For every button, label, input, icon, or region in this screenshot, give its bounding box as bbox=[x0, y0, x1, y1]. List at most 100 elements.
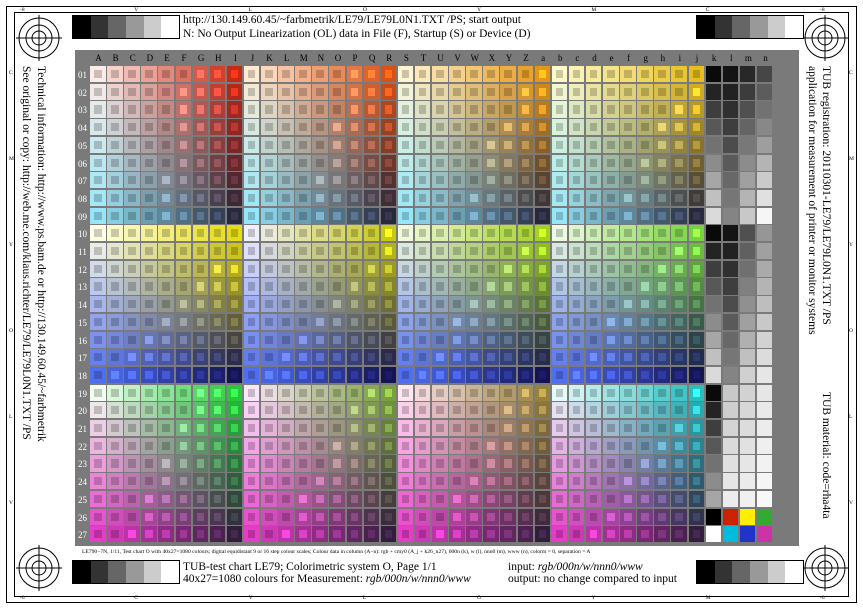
color-patch-center bbox=[128, 459, 136, 468]
color-patch-center bbox=[196, 229, 205, 238]
color-patch bbox=[671, 189, 687, 207]
color-patch-center bbox=[384, 123, 393, 132]
color-patch-center bbox=[145, 140, 153, 149]
color-patch-center bbox=[282, 193, 290, 203]
color-patch-center bbox=[94, 105, 102, 114]
color-patch bbox=[756, 189, 773, 207]
color-patch-center bbox=[572, 264, 581, 273]
color-patch-center bbox=[436, 477, 444, 486]
color-patch-center bbox=[333, 87, 341, 96]
color-patch bbox=[620, 296, 636, 313]
color-patch bbox=[483, 508, 499, 525]
color-patch bbox=[722, 225, 739, 242]
color-patch-center bbox=[316, 105, 324, 114]
color-patch-center bbox=[658, 441, 666, 450]
color-patch bbox=[739, 296, 756, 313]
color-patch-center bbox=[333, 512, 341, 521]
color-patch-center bbox=[350, 176, 359, 185]
color-patch-center bbox=[692, 229, 701, 238]
color-patch-center bbox=[607, 441, 615, 450]
color-patch bbox=[568, 508, 585, 525]
color-patch bbox=[175, 313, 192, 330]
column-label: Z bbox=[523, 53, 529, 63]
color-patch-center bbox=[128, 353, 136, 362]
color-patch bbox=[414, 420, 431, 437]
color-patch-center bbox=[641, 193, 649, 203]
color-patch-center bbox=[333, 477, 341, 486]
color-patch bbox=[603, 172, 619, 189]
color-patch-center bbox=[675, 140, 683, 149]
color-patch-center bbox=[624, 370, 632, 380]
color-patch-center bbox=[504, 512, 512, 521]
color-patch bbox=[141, 313, 157, 330]
color-patch-center bbox=[641, 247, 649, 256]
color-patch-center bbox=[487, 353, 495, 362]
color-patch bbox=[568, 402, 585, 419]
color-patch bbox=[756, 313, 773, 330]
color-patch-center bbox=[487, 530, 495, 539]
color-patch bbox=[585, 331, 602, 348]
color-patch-center bbox=[247, 370, 256, 380]
color-patch-center bbox=[333, 211, 341, 220]
color-patch-center bbox=[538, 193, 547, 203]
color-patch-center bbox=[367, 406, 376, 415]
color-patch-center bbox=[384, 70, 393, 79]
color-patch-center bbox=[436, 441, 444, 450]
color-patch-center bbox=[333, 335, 341, 344]
color-patch bbox=[688, 455, 705, 472]
column-label: D bbox=[146, 53, 154, 63]
color-patch bbox=[295, 243, 311, 260]
color-patch bbox=[192, 455, 209, 472]
color-patch-center bbox=[453, 264, 461, 273]
color-patch-center bbox=[213, 158, 222, 167]
color-patch-center bbox=[607, 353, 615, 362]
color-patch-center bbox=[213, 317, 222, 326]
color-patch bbox=[534, 189, 551, 207]
color-patch bbox=[705, 349, 722, 366]
color-patch bbox=[449, 207, 465, 224]
color-patch-center bbox=[641, 282, 649, 291]
color-patch-center bbox=[555, 264, 564, 273]
color-patch bbox=[312, 278, 328, 295]
color-patch bbox=[107, 101, 123, 118]
color-patch bbox=[603, 420, 619, 437]
color-patch-center bbox=[658, 512, 666, 521]
color-patch bbox=[722, 101, 739, 118]
color-patch bbox=[209, 207, 226, 224]
margin-letter-bottom-2: V bbox=[248, 595, 253, 601]
footer-left-line-1: TUB-test chart LE79; Colorimetric system… bbox=[183, 561, 437, 573]
color-patch bbox=[568, 172, 585, 189]
color-patch bbox=[363, 402, 380, 419]
color-patch bbox=[329, 154, 345, 171]
color-patch bbox=[517, 207, 534, 224]
color-patch bbox=[312, 437, 328, 454]
color-patch bbox=[329, 473, 345, 490]
color-patch bbox=[226, 526, 243, 543]
color-patch bbox=[380, 331, 397, 348]
color-patch-center bbox=[401, 424, 410, 433]
color-patch-center bbox=[333, 193, 341, 203]
color-patch bbox=[346, 189, 363, 207]
color-patch-center bbox=[94, 282, 102, 291]
color-patch bbox=[534, 278, 551, 295]
color-patch-center bbox=[316, 193, 324, 203]
color-patch bbox=[175, 473, 192, 490]
margin-letter-top-0: -8 bbox=[20, 7, 25, 13]
color-patch-center bbox=[333, 123, 341, 132]
color-patch bbox=[620, 349, 636, 366]
color-patch bbox=[466, 66, 482, 83]
color-patch bbox=[312, 296, 328, 313]
color-patch-center bbox=[299, 158, 307, 167]
color-patch-center bbox=[367, 247, 376, 256]
color-patch bbox=[414, 136, 431, 153]
color-patch-center bbox=[418, 353, 427, 362]
color-patch-center bbox=[675, 353, 683, 362]
color-patch bbox=[620, 278, 636, 295]
color-patch bbox=[534, 473, 551, 490]
color-patch bbox=[329, 119, 345, 136]
color-patch-center bbox=[692, 140, 701, 149]
color-patch-center bbox=[94, 353, 102, 362]
color-patch-center bbox=[624, 335, 632, 344]
color-patch-center bbox=[572, 370, 581, 380]
color-patch bbox=[756, 508, 773, 525]
